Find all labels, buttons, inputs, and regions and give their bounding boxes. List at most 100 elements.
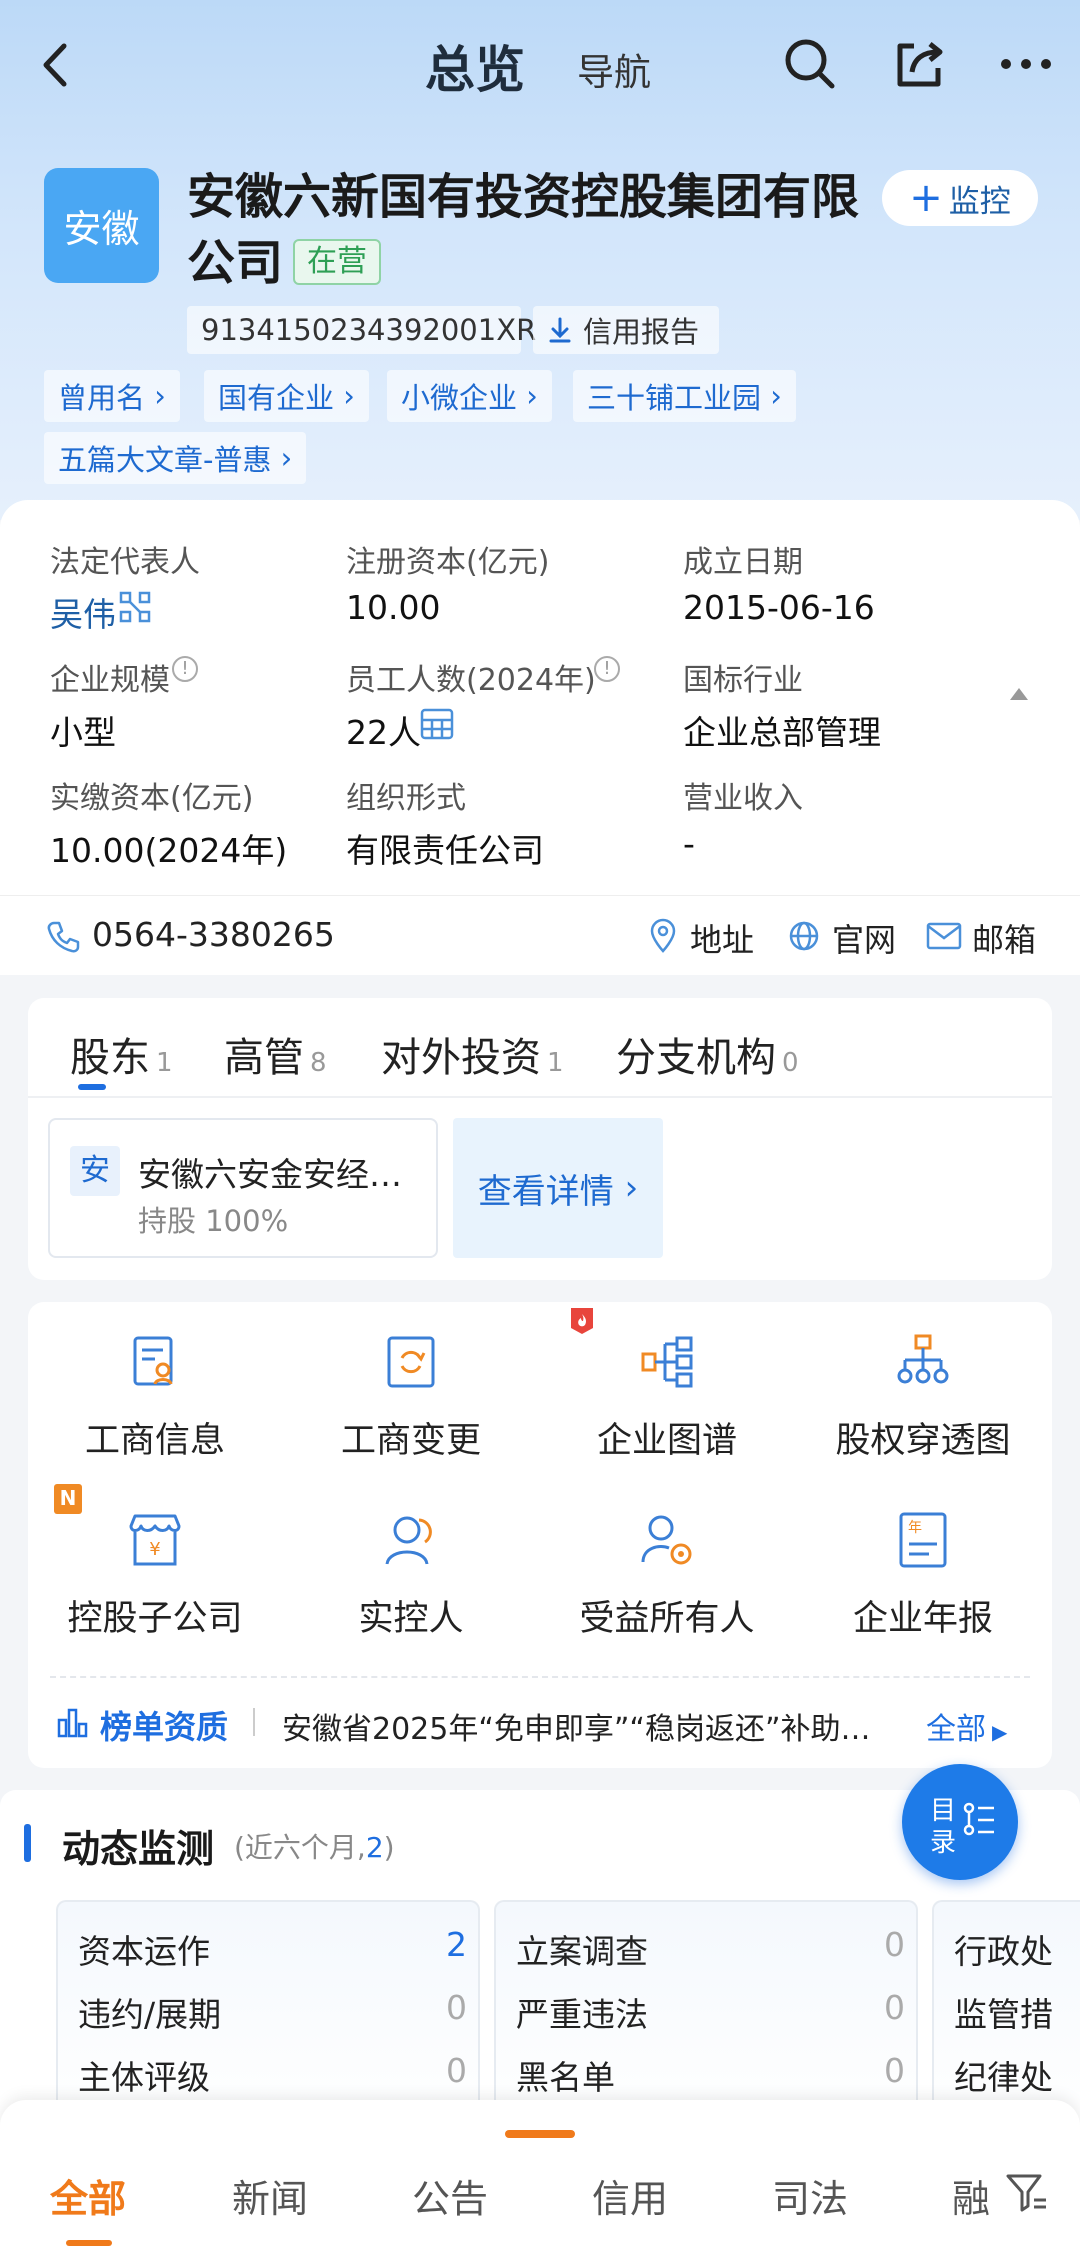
back-icon[interactable]	[36, 40, 76, 90]
mail-icon[interactable]	[926, 922, 962, 950]
bottom-tab-all[interactable]: 全部	[50, 2168, 126, 2223]
bottom-tab-financing[interactable]: 融	[952, 2168, 992, 2223]
monitor-item-discipline[interactable]: 纪律处	[954, 2051, 1053, 2099]
grid-label: 实控人	[358, 1599, 464, 1639]
bottom-tab-credit[interactable]: 信用	[592, 2168, 668, 2223]
relationship-icon[interactable]	[118, 590, 152, 624]
company-name-block: 安徽六新国有投资控股集团有限公司 在营	[187, 164, 877, 296]
monitor-item-investigation[interactable]: 立案调查	[516, 1925, 648, 1973]
tag-label: 五篇大文章-普惠	[58, 443, 272, 477]
info-icon[interactable]: !	[172, 656, 198, 682]
tab-count: 0	[782, 1048, 799, 1078]
info-value-paid-capital: 10.00(2024年)	[50, 831, 288, 870]
grid-holding-subsidiaries[interactable]: ¥ 控股子公司	[30, 1510, 280, 1641]
tab-label: 分支机构	[616, 1035, 776, 1081]
enterprise-graph-icon	[641, 1336, 693, 1388]
tab-shareholders[interactable]: 股东 1	[70, 1025, 173, 1083]
search-icon[interactable]	[782, 36, 838, 92]
page-title: 总览	[425, 41, 525, 99]
chevron-right-icon: ›	[271, 441, 293, 475]
location-icon[interactable]	[648, 918, 678, 954]
collapse-arrow-icon[interactable]	[1008, 686, 1030, 702]
more-icon[interactable]	[998, 56, 1054, 72]
monitor-count: 0	[884, 1925, 905, 1964]
monitor-item-default[interactable]: 违约/展期	[78, 1988, 221, 2036]
tag-five-articles[interactable]: 五篇大文章-普惠 ›	[44, 432, 307, 484]
business-change-icon	[387, 1336, 435, 1388]
info-label-reg-capital: 注册资本(亿元)	[346, 545, 550, 580]
ranking-all-label: 全部	[926, 1712, 986, 1747]
email-link[interactable]: 邮箱	[972, 915, 1036, 961]
tab-branches[interactable]: 分支机构 0	[616, 1025, 799, 1083]
triangle-right-icon: ▶	[992, 1720, 1008, 1744]
monitoring-sub-count: 2	[365, 1831, 384, 1864]
credit-code-text: 9134150234392001XR	[201, 313, 537, 347]
nav-guide-link[interactable]: 导航	[577, 42, 651, 96]
grid-enterprise-graph[interactable]: 企业图谱	[542, 1332, 792, 1463]
grid-business-change[interactable]: 工商变更	[286, 1332, 536, 1463]
tab-count: 1	[547, 1048, 564, 1078]
tag-small-micro[interactable]: 小微企业 ›	[387, 370, 552, 422]
website-link[interactable]: 官网	[832, 915, 896, 961]
company-logo: 安徽	[44, 168, 159, 283]
info-label-legal-rep: 法定代表人	[50, 545, 200, 580]
ranking-title: 榜单资质	[100, 1708, 229, 1746]
ranking-separator	[253, 1708, 255, 1736]
globe-icon[interactable]	[788, 920, 820, 952]
sheet-drag-handle[interactable]	[505, 2130, 575, 2138]
svg-text:¥: ¥	[149, 1539, 160, 1560]
info-value-industry: 企业总部管理	[683, 713, 881, 752]
monitor-item-rating[interactable]: 主体评级	[78, 2051, 210, 2099]
shareholder-avatar: 安	[70, 1146, 120, 1196]
grid-business-info[interactable]: 工商信息	[30, 1332, 280, 1463]
tag-state-owned[interactable]: 国有企业 ›	[204, 370, 369, 422]
monitor-item-admin-penalty[interactable]: 行政处	[954, 1925, 1053, 1973]
tab-executives[interactable]: 高管 8	[224, 1025, 327, 1083]
bottom-sheet	[0, 2100, 1080, 2264]
monitor-count: 0	[884, 1988, 905, 2027]
bottom-tab-active-indicator	[66, 2240, 112, 2246]
monitor-item-regulatory[interactable]: 监管措	[954, 1988, 1053, 2036]
actual-controller-icon	[385, 1516, 432, 1565]
monitor-item-capital-ops[interactable]: 资本运作	[78, 1925, 210, 1973]
phone-icon[interactable]	[46, 920, 80, 954]
monitor-count: 0	[884, 2051, 905, 2090]
bottom-tab-judicial[interactable]: 司法	[772, 2168, 848, 2223]
tag-label: 三十铺工业园	[587, 381, 762, 415]
info-value-org-form: 有限责任公司	[346, 831, 544, 870]
ranking-all-link[interactable]: 全部 ▶	[926, 1704, 1007, 1748]
bottom-tab-announcement[interactable]: 公告	[412, 2168, 488, 2223]
tag-industrial-park[interactable]: 三十铺工业园 ›	[573, 370, 796, 422]
monitor-item-serious-violation[interactable]: 严重违法	[516, 1988, 648, 2036]
view-details-button[interactable]: 查看详情 ›	[453, 1118, 663, 1258]
monitor-item-blacklist[interactable]: 黑名单	[516, 2051, 615, 2099]
chevron-right-icon: ›	[517, 379, 538, 413]
grid-beneficial-owner[interactable]: 受益所有人	[542, 1510, 792, 1641]
tab-investments[interactable]: 对外投资 1	[381, 1025, 564, 1083]
info-label-revenue: 营业收入	[683, 781, 803, 816]
info-value-legal-rep[interactable]: 吴伟	[50, 588, 116, 636]
filter-icon[interactable]	[1004, 2170, 1048, 2214]
grid-actual-controller[interactable]: 实控人	[286, 1510, 536, 1641]
address-link[interactable]: 地址	[690, 915, 754, 961]
tag-label: 国有企业	[218, 381, 335, 415]
bottom-tab-news[interactable]: 新闻	[232, 2168, 308, 2223]
toc-button[interactable]: 目 录	[902, 1764, 1018, 1880]
grid-equity-penetration[interactable]: 股权穿透图	[798, 1332, 1048, 1463]
tab-divider	[28, 1096, 1052, 1098]
credit-report-button[interactable]: 信用报告	[533, 306, 719, 354]
shareholder-name: 安徽六安金安经…	[138, 1155, 402, 1194]
tab-label: 对外投资	[381, 1035, 541, 1081]
monitor-button[interactable]: + 监控	[882, 170, 1038, 226]
phone-number[interactable]: 0564-3380265	[92, 915, 335, 954]
grid-annual-report[interactable]: 年企业年报	[798, 1510, 1048, 1641]
credit-code[interactable]: 9134150234392001XR	[187, 306, 536, 354]
annual-report-icon: 年	[899, 1512, 947, 1568]
chevron-right-icon: ›	[145, 379, 166, 413]
info-icon[interactable]: !	[594, 656, 620, 682]
share-icon[interactable]	[892, 36, 948, 92]
section-marker	[24, 1824, 31, 1862]
ranking-text[interactable]: 安徽省2025年“免申即享”“稳岗返还”补助…	[282, 1704, 910, 1748]
table-icon[interactable]	[420, 708, 454, 740]
tag-former-name[interactable]: 曾用名 ›	[44, 370, 180, 422]
